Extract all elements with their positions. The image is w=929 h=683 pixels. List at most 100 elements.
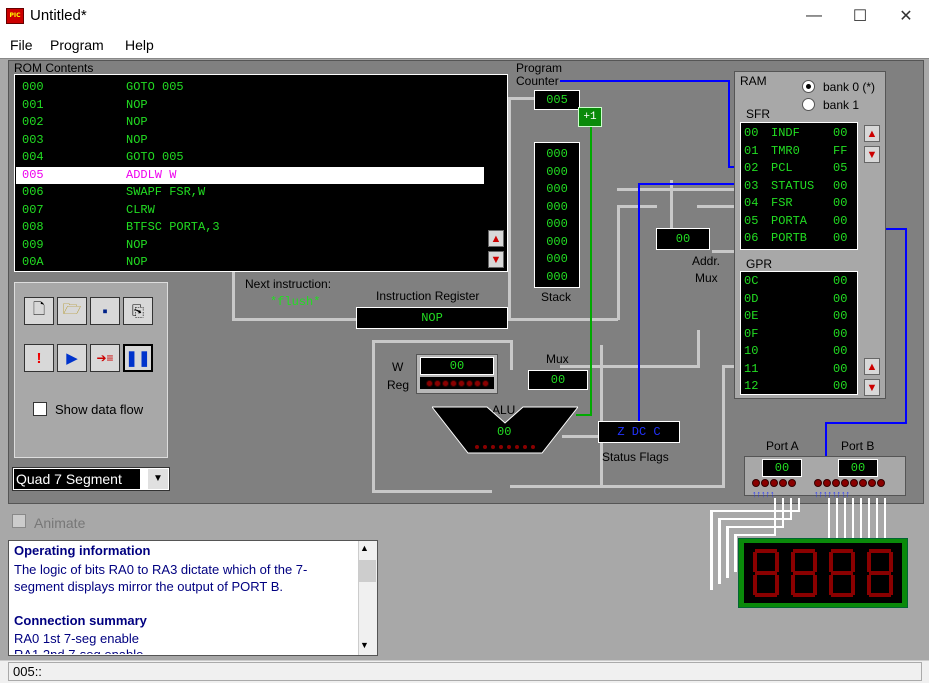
sfr-row[interactable]: 06 PORTB 00 xyxy=(741,230,857,247)
program-chip-icon[interactable]: ⎘ xyxy=(123,297,153,325)
gpr-row[interactable]: 0F 00 xyxy=(741,326,857,343)
rom-instruction: NOP xyxy=(126,255,148,269)
rom-instruction: NOP xyxy=(126,115,148,129)
sfr-row[interactable]: 02 PCL 05 xyxy=(741,160,857,177)
sfr-scroll-up-icon[interactable]: ▲ xyxy=(864,125,880,142)
sfr-value: FF xyxy=(833,143,848,158)
show-data-flow-checkbox[interactable] xyxy=(33,402,47,416)
rom-row[interactable]: 005 ADDLW W xyxy=(16,166,484,184)
gpr-scroll-up-icon[interactable]: ▲ xyxy=(864,358,880,375)
rom-row[interactable]: 003 NOP xyxy=(16,132,484,149)
rom-row[interactable]: 004 GOTO 005 xyxy=(16,149,484,166)
w-reg-value: 00 xyxy=(420,357,494,375)
menu-help[interactable]: Help xyxy=(125,37,154,53)
w-reg-label-reg: Reg xyxy=(387,378,410,392)
gpr-row[interactable]: 11 00 xyxy=(741,361,857,378)
port-a-label: Port A xyxy=(766,439,799,453)
gpr-table[interactable]: 0C 00 0D 00 0E 00 0F 00 10 00 11 00 12 00 xyxy=(740,271,858,395)
bank0-radio[interactable] xyxy=(802,80,815,93)
menu-file[interactable]: File xyxy=(10,37,33,53)
minimize-button[interactable]: — xyxy=(791,0,837,32)
rom-instruction: GOTO 005 xyxy=(126,80,184,94)
rom-rows: 000 GOTO 005 001 NOP 002 NOP 003 NOP 004 GOTO 005… xyxy=(16,79,484,269)
7seg-segment xyxy=(753,575,757,595)
info-connection-line1: RA0 1st 7-seg enable xyxy=(14,631,140,646)
stack-display: 000 000 000 000 000 000 000 000 xyxy=(534,142,580,288)
device-select-value: Quad 7 Segment xyxy=(14,469,140,489)
addr-mux-label1: Addr. xyxy=(692,254,721,268)
7seg-digit xyxy=(867,549,893,597)
info-scrollbar[interactable] xyxy=(358,541,377,655)
new-file-icon[interactable]: 🗋 xyxy=(24,297,54,325)
ram-label: RAM xyxy=(740,74,767,88)
7seg-segment xyxy=(869,593,891,597)
rom-row[interactable]: 006 SWAPF FSR,W xyxy=(16,184,484,201)
pc-value: 005 xyxy=(534,90,580,110)
gpr-addr: 0E xyxy=(744,309,759,323)
rom-row[interactable]: 009 NOP xyxy=(16,237,484,254)
rom-row[interactable]: 008 BTFSC PORTA,3 xyxy=(16,219,484,236)
7seg-digit xyxy=(791,549,817,597)
rom-row[interactable]: 001 NOP xyxy=(16,97,484,114)
info-connection-line2: RA1 2nd 7-seg enable xyxy=(14,648,354,654)
sfr-name: PORTA xyxy=(771,213,808,228)
sfr-row[interactable]: 00 INDF 00 xyxy=(741,125,857,142)
gpr-row[interactable]: 0D 00 xyxy=(741,291,857,308)
instruction-register-value: NOP xyxy=(356,307,508,329)
gpr-row[interactable]: 0E 00 xyxy=(741,308,857,325)
title-bar xyxy=(0,0,929,32)
sfr-row[interactable]: 05 PORTA 00 xyxy=(741,213,857,230)
gpr-row[interactable]: 10 00 xyxy=(741,343,857,360)
rom-row[interactable]: 007 CLRW xyxy=(16,202,484,219)
scroll-thumb[interactable] xyxy=(359,560,376,582)
rom-address: 004 xyxy=(22,150,44,164)
gpr-addr: 11 xyxy=(744,361,759,376)
animate-checkbox[interactable] xyxy=(12,514,26,528)
gpr-scroll-down-icon[interactable]: ▼ xyxy=(864,379,880,396)
close-button[interactable]: ✕ xyxy=(883,0,929,32)
scroll-up-icon[interactable]: ▲ xyxy=(360,543,369,553)
rom-address: 003 xyxy=(22,132,44,147)
7seg-segment xyxy=(813,552,817,572)
stack-entry: 000 xyxy=(546,164,568,179)
menu-program[interactable]: Program xyxy=(50,37,104,53)
save-disk-icon[interactable]: ▪ xyxy=(90,297,120,325)
gpr-value: 00 xyxy=(833,326,848,341)
gpr-addr: 12 xyxy=(744,379,759,393)
maximize-button[interactable]: ☐ xyxy=(837,0,883,32)
7seg-segment xyxy=(851,575,855,595)
chevron-down-icon[interactable]: ▼ xyxy=(148,469,168,489)
w-reg-bits xyxy=(420,377,494,389)
gpr-addr: 0F xyxy=(744,326,759,341)
info-operating-text: The logic of bits RA0 to RA3 dictate whi… xyxy=(14,562,308,594)
scroll-down-icon[interactable]: ▼ xyxy=(360,640,369,650)
sfr-table[interactable]: 00 INDF 00 01 TMR0 FF 02 PCL 05 03 STATUS 00 04 FSR 00… xyxy=(740,122,858,250)
step-icon[interactable]: ➔≡ xyxy=(90,344,120,372)
gpr-row[interactable]: 0C 00 xyxy=(741,273,857,290)
sfr-value: 00 xyxy=(833,231,848,245)
reset-icon[interactable]: ! xyxy=(24,344,54,372)
stack-entry: 000 xyxy=(546,182,568,196)
status-flags-label: Status Flags xyxy=(602,450,669,464)
sfr-scroll-down-icon[interactable]: ▼ xyxy=(864,146,880,163)
rom-instruction: GOTO 005 xyxy=(126,150,184,164)
stack-entry: 000 xyxy=(546,234,568,249)
7seg-segment xyxy=(831,593,853,597)
7seg-digits xyxy=(744,543,902,603)
rom-address: 008 xyxy=(22,220,44,234)
rom-row[interactable]: 000 GOTO 005 xyxy=(16,79,484,96)
rom-row[interactable]: 00A NOP xyxy=(16,254,484,271)
open-folder-icon[interactable]: 🗁 xyxy=(57,297,87,325)
sfr-row[interactable]: 01 TMR0 FF xyxy=(741,143,857,160)
bank1-radio[interactable] xyxy=(802,98,815,111)
rom-address: 009 xyxy=(22,237,44,252)
rom-scroll-up-icon[interactable]: ▲ xyxy=(488,230,504,247)
stack-entry: 000 xyxy=(546,147,568,161)
pause-icon[interactable]: ❚❚ xyxy=(123,344,153,372)
run-icon[interactable]: ▶ xyxy=(57,344,87,372)
rom-scroll-down-icon[interactable]: ▼ xyxy=(488,251,504,268)
rom-row[interactable]: 002 NOP xyxy=(16,114,484,131)
sfr-row[interactable]: 04 FSR 00 xyxy=(741,195,857,212)
gpr-row[interactable]: 12 00 xyxy=(741,378,857,395)
sfr-row[interactable]: 03 STATUS 00 xyxy=(741,178,857,195)
